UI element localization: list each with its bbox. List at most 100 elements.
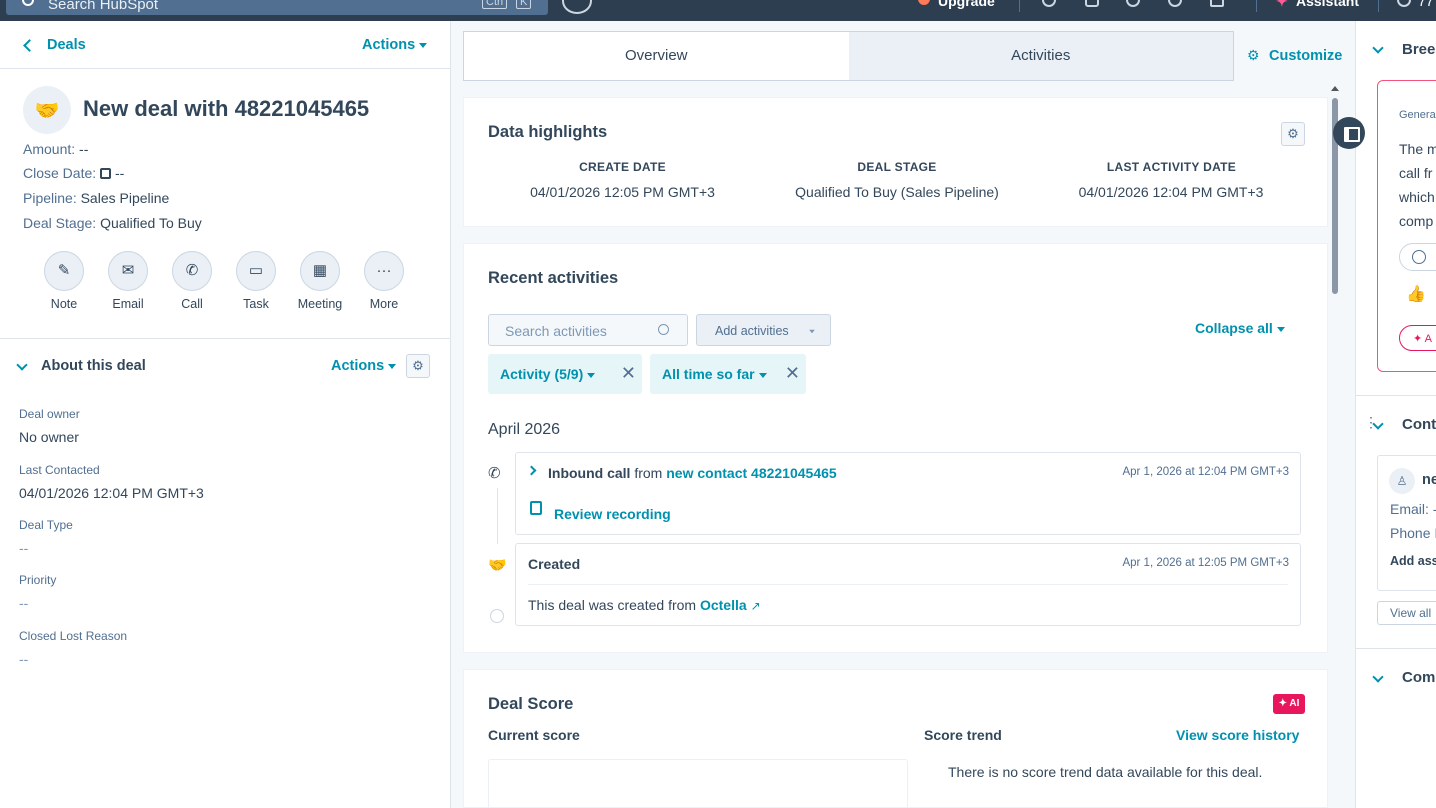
pipeline-value: Sales Pipeline (80, 190, 170, 206)
companies-section-title[interactable]: Comp (1402, 669, 1436, 686)
more-action-button[interactable]: ··· More (354, 251, 414, 311)
note-action-button[interactable]: ✎ Note (34, 251, 94, 311)
created-timestamp: Apr 1, 2026 at 12:05 PM GMT+3 (1122, 557, 1289, 569)
about-actions-dropdown[interactable]: Actions (331, 358, 397, 374)
activity-search-input[interactable]: Search activities (488, 314, 688, 346)
more-icon: ··· (364, 251, 404, 291)
field-value-last-contacted[interactable]: 04/01/2026 12:04 PM GMT+3 (19, 485, 204, 501)
breeze-summary-card: Genera The m call fr which comp 👍 ✦ A (1377, 80, 1436, 372)
time-filter-chip[interactable]: All time so far ✕ (650, 354, 806, 394)
global-search-input[interactable]: Search HubSpot Ctrl K (6, 0, 548, 15)
time-filter-label: All time so far (662, 366, 755, 382)
about-settings-gear-icon[interactable]: ⚙ (406, 354, 430, 378)
close-date-property[interactable]: Close Date: -- (23, 165, 124, 181)
created-description: This deal was created from Octella ↗ (528, 597, 761, 613)
email-icon: ✉ (108, 251, 148, 291)
call-chip-button[interactable] (1399, 243, 1436, 271)
meeting-action-label: Meeting (297, 297, 343, 311)
summary-line-3: which (1399, 189, 1435, 205)
add-activities-dropdown[interactable]: Add activities (696, 314, 831, 346)
section-divider (1356, 395, 1436, 396)
amount-value: -- (79, 141, 89, 157)
assistant-link[interactable]: Assistant (1296, 0, 1359, 9)
chevron-down-icon[interactable] (16, 359, 28, 371)
back-to-deals-link[interactable]: Deals (47, 37, 86, 53)
score-trend-label: Score trend (924, 727, 1002, 743)
field-label-priority: Priority (19, 573, 57, 587)
settings-gear-icon[interactable] (1168, 0, 1182, 7)
ask-ai-button[interactable]: ✦ A (1399, 325, 1436, 351)
call-action-button[interactable]: ✆ Call (162, 251, 222, 311)
call-contact-link[interactable]: new contact 48221045465 (666, 465, 836, 481)
help-icon[interactable] (1126, 0, 1140, 7)
amount-property[interactable]: Amount: -- (23, 141, 88, 157)
chevron-down-icon[interactable] (1372, 42, 1384, 54)
contact-name-link[interactable]: ne (1422, 472, 1436, 488)
email-action-button[interactable]: ✉ Email (98, 251, 158, 311)
add-association-link[interactable]: Add ass (1390, 554, 1436, 568)
thumbs-up-icon[interactable]: 👍 (1406, 284, 1426, 304)
task-action-button[interactable]: ▭ Task (226, 251, 286, 311)
pipeline-property[interactable]: Pipeline: Sales Pipeline (23, 190, 169, 206)
task-action-label: Task (243, 297, 269, 311)
summary-line-4: comp (1399, 213, 1434, 229)
scroll-up-arrow[interactable] (1331, 86, 1339, 91)
deal-stage-property[interactable]: Deal Stage: Qualified To Buy (23, 215, 202, 231)
field-label-last-contacted: Last Contacted (19, 463, 100, 477)
record-actions-dropdown[interactable]: Actions (362, 37, 428, 53)
field-value-deal-type[interactable]: -- (19, 540, 28, 556)
chevron-left-icon[interactable] (23, 39, 36, 52)
created-text: This deal was created from (528, 597, 697, 613)
contact-email: Email: - (1390, 501, 1436, 517)
review-recording-link[interactable]: Review recording (554, 506, 671, 522)
chevron-down-icon[interactable] (1372, 671, 1384, 683)
created-source-link[interactable]: Octella (700, 597, 747, 613)
gear-icon: ⚙ (1247, 47, 1260, 63)
highlights-settings-gear-icon[interactable]: ⚙ (1281, 122, 1305, 146)
tab-activities[interactable]: Activities (849, 32, 1234, 80)
topbar-count[interactable]: 77 (1418, 0, 1434, 9)
notifications-bell-icon[interactable] (1210, 0, 1224, 7)
view-score-history-link[interactable]: View score history (1176, 727, 1299, 743)
close-date-label: Close Date: (23, 165, 97, 181)
deal-title[interactable]: New deal with 48221045465 (83, 96, 369, 122)
view-all-contacts-button[interactable]: View all (1377, 601, 1436, 625)
calendar-icon: ▦ (300, 251, 340, 291)
pipeline-label: Pipeline: (23, 190, 77, 206)
external-link-icon[interactable]: ↗ (751, 599, 761, 613)
section-divider (0, 338, 450, 339)
field-value-deal-owner[interactable]: No owner (19, 429, 79, 445)
activity-filter-chip[interactable]: Activity (5/9) ✕ (488, 354, 642, 394)
calendar-icon (100, 168, 112, 179)
created-activity-card: Created Apr 1, 2026 at 12:05 PM GMT+3 Th… (515, 543, 1301, 626)
tab-overview[interactable]: Overview (464, 32, 849, 80)
about-section-title[interactable]: About this deal (41, 358, 146, 374)
caret-down-icon (1276, 326, 1285, 332)
upgrade-link[interactable]: Upgrade (938, 0, 995, 9)
deal-stage-label: Deal Stage: (23, 215, 97, 231)
timeline-connector (497, 488, 498, 544)
sidebar-toggle-button[interactable] (1333, 117, 1365, 149)
highlight-head-last-activity: LAST ACTIVITY DATE (1106, 160, 1237, 174)
contacts-section-title[interactable]: Conta (1402, 416, 1436, 433)
marketplace-icon[interactable] (1085, 0, 1099, 7)
create-plus-button[interactable] (562, 0, 592, 14)
call-from-text: from (634, 465, 663, 481)
close-icon[interactable]: ✕ (621, 363, 636, 384)
breeze-section-title[interactable]: Breeze (1402, 41, 1436, 58)
close-icon[interactable]: ✕ (785, 363, 800, 384)
main-scrollbar[interactable] (1330, 86, 1340, 808)
caret-down-icon (587, 372, 596, 378)
clock-icon (1397, 0, 1411, 7)
topbar-divider (1256, 0, 1257, 12)
data-highlights-title: Data highlights (488, 123, 608, 141)
calling-icon[interactable] (1042, 0, 1056, 7)
chevron-right-icon[interactable] (526, 465, 537, 476)
field-value-priority[interactable]: -- (19, 595, 28, 611)
collapse-all-dropdown[interactable]: Collapse all (1195, 320, 1285, 336)
data-highlights-card: Data highlights ⚙ CREATE DATE 04/01/2026… (463, 97, 1328, 227)
caret-down-icon (758, 372, 767, 378)
meeting-action-button[interactable]: ▦ Meeting (290, 251, 350, 311)
field-value-closed-lost-reason[interactable]: -- (19, 651, 28, 667)
customize-link[interactable]: Customize (1269, 48, 1342, 64)
